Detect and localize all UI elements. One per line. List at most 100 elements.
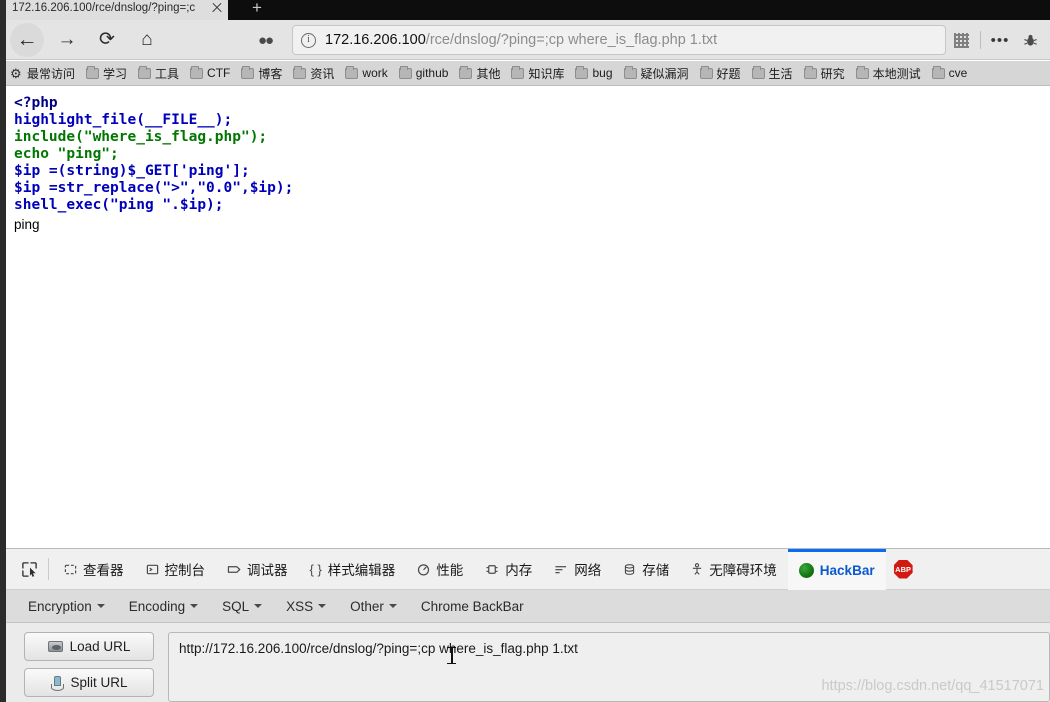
menu-label: Encryption bbox=[28, 598, 92, 614]
bookmark-item-other[interactable]: 其他 bbox=[459, 65, 500, 82]
address-bar-text: 172.16.206.100/rce/dnslog/?ping=;cp wher… bbox=[325, 32, 717, 48]
bookmark-item-most-visited[interactable]: ⚙ 最常访问 bbox=[10, 65, 75, 82]
bookmark-label: 疑似漏洞 bbox=[640, 66, 689, 81]
bookmark-item-good-problems[interactable]: 好题 bbox=[699, 65, 741, 82]
browser-window: 172.16.206.100/rce/dnslog/?ping=;c + ← →… bbox=[0, 0, 1050, 702]
tab-inspector[interactable]: 查看器 bbox=[53, 549, 135, 590]
folder-icon bbox=[86, 65, 100, 79]
split-url-label: Split URL bbox=[70, 675, 128, 690]
bookmark-label: 工具 bbox=[155, 66, 180, 81]
menu-sql[interactable]: SQL bbox=[222, 599, 263, 614]
tab-style-editor[interactable]: { } 样式编辑器 bbox=[299, 549, 407, 590]
bookmark-label: 生活 bbox=[768, 66, 793, 81]
hackbar-url-input[interactable]: http://172.16.206.100/rce/dnslog/?ping=;… bbox=[168, 632, 1050, 702]
menu-label: Chrome BackBar bbox=[420, 598, 524, 614]
home-icon[interactable]: ⌂ bbox=[130, 23, 164, 57]
bookmark-label: 学习 bbox=[103, 66, 128, 81]
forward-icon[interactable]: → bbox=[50, 23, 84, 57]
overflow-menu-icon[interactable]: ••• bbox=[986, 25, 1014, 55]
tab-memory[interactable]: 内存 bbox=[474, 549, 543, 590]
bug-icon-svg bbox=[1023, 34, 1037, 46]
bookmark-item-research[interactable]: 研究 bbox=[803, 65, 845, 82]
bookmark-item-life[interactable]: 生活 bbox=[751, 65, 793, 82]
folder-icon bbox=[855, 65, 869, 79]
code-line-4: echo "ping"; bbox=[14, 146, 119, 162]
php-source-listing: <?php highlight_file(__FILE__); include(… bbox=[14, 95, 1050, 214]
bookmark-label: 资讯 bbox=[310, 66, 335, 81]
container-mask-icon[interactable]: ●● bbox=[258, 32, 274, 49]
bookmark-item-local-test[interactable]: 本地测试 bbox=[855, 65, 921, 82]
code-line-1: <?php bbox=[14, 95, 58, 111]
network-icon bbox=[554, 563, 568, 576]
site-info-icon[interactable]: i bbox=[301, 32, 316, 48]
bookmark-item-github[interactable]: github bbox=[398, 65, 448, 80]
folder-icon bbox=[575, 65, 589, 79]
tab-label: 内存 bbox=[505, 563, 533, 578]
chevron-down-icon bbox=[388, 604, 397, 608]
bookmark-item-ctf[interactable]: CTF bbox=[190, 65, 231, 80]
address-bar-host: 172.16.206.100 bbox=[325, 32, 426, 48]
load-url-label: Load URL bbox=[69, 639, 131, 654]
bookmark-label: 其他 bbox=[476, 66, 501, 81]
folder-icon bbox=[459, 65, 473, 79]
debugger-icon bbox=[227, 563, 241, 576]
tab-hackbar[interactable]: HackBar bbox=[787, 548, 886, 590]
folder-icon bbox=[345, 65, 359, 79]
bookmark-label: CTF bbox=[207, 66, 231, 80]
tab-title: 172.16.206.100/rce/dnslog/?ping=;c bbox=[12, 2, 196, 14]
browser-tab[interactable]: 172.16.206.100/rce/dnslog/?ping=;c bbox=[6, 0, 228, 20]
bookmark-label: cve bbox=[948, 66, 968, 80]
back-icon[interactable]: ← bbox=[10, 22, 44, 57]
new-tab-button[interactable]: + bbox=[246, 0, 268, 20]
hackbar-icon bbox=[798, 563, 814, 578]
bookmark-item-bug[interactable]: bug bbox=[575, 65, 613, 80]
menu-xss[interactable]: XSS bbox=[286, 599, 327, 614]
tab-debugger[interactable]: 调试器 bbox=[216, 549, 299, 590]
tab-performance[interactable]: 性能 bbox=[406, 549, 474, 590]
split-url-button[interactable]: Split URL bbox=[24, 668, 154, 697]
bookmark-item-cve[interactable]: cve bbox=[931, 65, 968, 80]
window-left-edge bbox=[0, 0, 6, 702]
hackbar-body: Load URL Split URL http://172.16.206.100… bbox=[6, 623, 1050, 702]
memory-icon bbox=[485, 563, 499, 576]
bookmark-label: 博客 bbox=[258, 66, 283, 81]
bookmark-item-study[interactable]: 学习 bbox=[86, 65, 127, 82]
tab-network[interactable]: 网络 bbox=[543, 549, 612, 590]
folder-icon bbox=[803, 65, 817, 79]
tab-console[interactable]: 控制台 bbox=[135, 549, 217, 590]
bookmark-item-news[interactable]: 资讯 bbox=[293, 65, 334, 82]
close-icon[interactable] bbox=[210, 1, 224, 15]
folder-icon bbox=[138, 65, 152, 79]
bookmark-item-tools[interactable]: 工具 bbox=[138, 65, 179, 82]
toolbar-divider bbox=[980, 31, 981, 49]
qr-code-icon[interactable] bbox=[947, 25, 975, 55]
folder-icon bbox=[751, 65, 765, 79]
element-picker-icon-svg bbox=[21, 561, 37, 577]
tab-accessibility[interactable]: 无障碍环境 bbox=[680, 549, 788, 590]
tab-label: 性能 bbox=[436, 563, 464, 578]
menu-chrome-backbar[interactable]: Chrome BackBar bbox=[421, 599, 524, 614]
address-bar[interactable]: i 172.16.206.100/rce/dnslog/?ping=;cp wh… bbox=[292, 25, 946, 55]
bookmark-label: bug bbox=[592, 66, 613, 80]
console-icon bbox=[146, 563, 159, 576]
bookmark-item-blog[interactable]: 博客 bbox=[241, 65, 282, 82]
bookmark-item-suspected-vuln[interactable]: 疑似漏洞 bbox=[623, 65, 689, 82]
element-picker-icon[interactable] bbox=[12, 549, 46, 589]
bookmark-label: 知识库 bbox=[528, 66, 565, 81]
adblock-plus-icon[interactable]: ABP bbox=[893, 559, 913, 579]
tab-storage[interactable]: 存储 bbox=[612, 549, 680, 590]
load-url-button[interactable]: Load URL bbox=[24, 632, 154, 661]
menu-other[interactable]: Other bbox=[350, 599, 397, 614]
devtools-tab-bar: 查看器 控制台 调试器 { } 样式编辑器 性能 内存 网络 存储 无障碍环境 … bbox=[6, 548, 1050, 590]
bug-debugger-icon[interactable] bbox=[1016, 25, 1044, 55]
menu-encryption[interactable]: Encryption bbox=[28, 599, 105, 614]
bookmark-item-work[interactable]: work bbox=[345, 65, 388, 80]
code-line-5: $ip =(string)$_GET['ping']; bbox=[14, 163, 250, 179]
bookmark-item-knowledge-base[interactable]: 知识库 bbox=[511, 65, 564, 82]
reload-icon[interactable]: ⟳ bbox=[90, 23, 124, 57]
menu-encoding[interactable]: Encoding bbox=[128, 598, 199, 614]
tab-label: HackBar bbox=[819, 563, 875, 578]
tab-label: 调试器 bbox=[247, 563, 288, 578]
storage-icon bbox=[623, 563, 636, 576]
menu-label: Encoding bbox=[128, 598, 186, 614]
